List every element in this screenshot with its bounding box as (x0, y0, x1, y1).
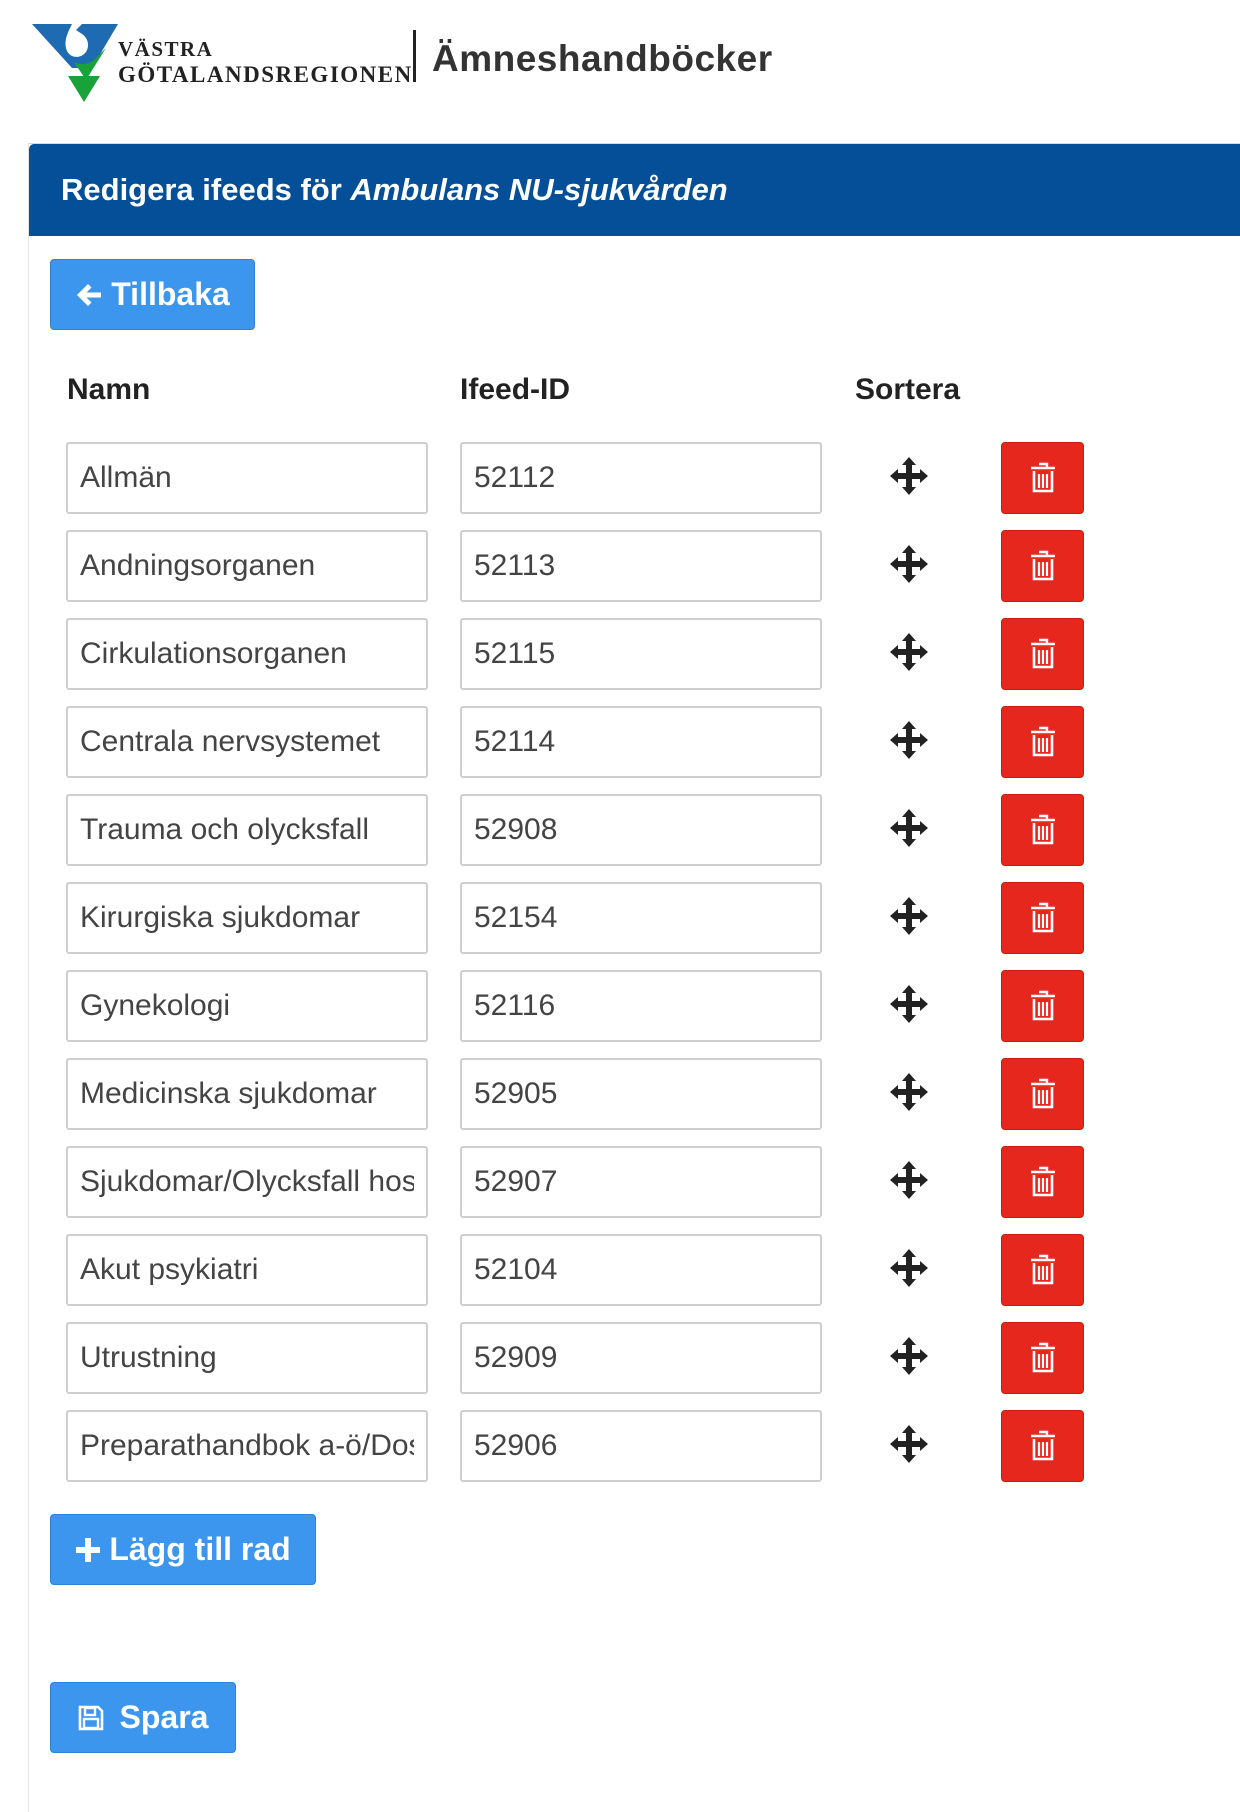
ifeed-id-input[interactable] (460, 706, 822, 778)
ifeed-name-input[interactable] (66, 970, 428, 1042)
ifeed-row (29, 1410, 1240, 1498)
ifeed-rows (29, 442, 1240, 1498)
trash-icon (1030, 726, 1055, 757)
ifeed-id-input[interactable] (460, 1322, 822, 1394)
trash-icon (1030, 1430, 1055, 1461)
trash-icon (1030, 462, 1055, 493)
delete-row-button[interactable] (1001, 1410, 1084, 1482)
ifeed-id-input[interactable] (460, 970, 822, 1042)
column-header-ifeed-id: Ifeed-ID (460, 373, 571, 406)
floppy-disk-icon (78, 1705, 104, 1731)
trash-icon (1030, 1254, 1055, 1285)
back-button-label: Tillbaka (111, 276, 230, 312)
ifeed-row (29, 882, 1240, 970)
delete-row-button[interactable] (1001, 1322, 1084, 1394)
trash-icon (1030, 550, 1055, 581)
site-header: VÄSTRA GÖTALANDSREGIONEN Ämneshandböcker (0, 0, 1240, 120)
ifeed-id-input[interactable] (460, 794, 822, 866)
ifeed-row (29, 970, 1240, 1058)
ifeed-name-input[interactable] (66, 794, 428, 866)
ifeed-row (29, 442, 1240, 530)
delete-row-button[interactable] (1001, 442, 1084, 514)
ifeed-name-input[interactable] (66, 1322, 428, 1394)
ifeed-id-input[interactable] (460, 530, 822, 602)
delete-row-button[interactable] (1001, 970, 1084, 1042)
delete-row-button[interactable] (1001, 706, 1084, 778)
org-name-line2: GÖTALANDSREGIONEN (118, 62, 413, 87)
vgr-logo-icon (32, 24, 118, 102)
arrow-left-icon (75, 282, 103, 308)
ifeed-name-input[interactable] (66, 882, 428, 954)
save-button[interactable]: Spara (50, 1682, 236, 1753)
delete-row-button[interactable] (1001, 882, 1084, 954)
move-handle-icon[interactable] (889, 808, 929, 848)
ifeed-row (29, 1146, 1240, 1234)
delete-row-button[interactable] (1001, 618, 1084, 690)
plus-icon (75, 1537, 101, 1563)
delete-row-button[interactable] (1001, 1146, 1084, 1218)
trash-icon (1030, 814, 1055, 845)
ifeed-name-input[interactable] (66, 442, 428, 514)
ifeed-row (29, 530, 1240, 618)
move-handle-icon[interactable] (889, 1336, 929, 1376)
ifeed-id-input[interactable] (460, 882, 822, 954)
move-handle-icon[interactable] (889, 984, 929, 1024)
ifeed-row (29, 794, 1240, 882)
ifeed-row (29, 1322, 1240, 1410)
move-handle-icon[interactable] (889, 1248, 929, 1288)
app-title: Ämneshandböcker (432, 38, 773, 79)
ifeed-id-input[interactable] (460, 442, 822, 514)
column-header-name: Namn (67, 373, 151, 406)
move-handle-icon[interactable] (889, 456, 929, 496)
ifeed-id-input[interactable] (460, 1410, 822, 1482)
delete-row-button[interactable] (1001, 1058, 1084, 1130)
add-row-button[interactable]: Lägg till rad (50, 1514, 316, 1585)
ifeed-name-input[interactable] (66, 1234, 428, 1306)
ifeed-name-input[interactable] (66, 618, 428, 690)
trash-icon (1030, 1078, 1055, 1109)
header-divider (413, 30, 416, 82)
ifeed-id-input[interactable] (460, 1146, 822, 1218)
ifeed-row (29, 706, 1240, 794)
ifeed-name-input[interactable] (66, 530, 428, 602)
ifeed-id-input[interactable] (460, 618, 822, 690)
panel-heading-prefix: Redigera ifeeds för (61, 172, 351, 207)
trash-icon (1030, 1166, 1055, 1197)
panel-heading-subject: Ambulans NU-sjukvården (350, 172, 728, 207)
ifeed-name-input[interactable] (66, 1146, 428, 1218)
back-button[interactable]: Tillbaka (50, 259, 255, 330)
trash-icon (1030, 1342, 1055, 1373)
add-row-button-label: Lägg till rad (109, 1531, 291, 1567)
delete-row-button[interactable] (1001, 1234, 1084, 1306)
move-handle-icon[interactable] (889, 632, 929, 672)
delete-row-button[interactable] (1001, 530, 1084, 602)
trash-icon (1030, 902, 1055, 933)
ifeed-row (29, 1234, 1240, 1322)
ifeed-row (29, 1058, 1240, 1146)
move-handle-icon[interactable] (889, 544, 929, 584)
move-handle-icon[interactable] (889, 1072, 929, 1112)
panel-heading: Redigera ifeeds för Ambulans NU-sjukvård… (29, 144, 1240, 236)
save-button-label: Spara (119, 1699, 209, 1735)
column-header-sort: Sortera (855, 373, 961, 406)
move-handle-icon[interactable] (889, 1160, 929, 1200)
trash-icon (1030, 990, 1055, 1021)
edit-ifeeds-panel: Redigera ifeeds för Ambulans NU-sjukvård… (28, 143, 1240, 1812)
ifeed-name-input[interactable] (66, 1058, 428, 1130)
ifeed-name-input[interactable] (66, 706, 428, 778)
org-name: VÄSTRA GÖTALANDSREGIONEN (118, 36, 413, 88)
move-handle-icon[interactable] (889, 1424, 929, 1464)
move-handle-icon[interactable] (889, 896, 929, 936)
ifeed-id-input[interactable] (460, 1058, 822, 1130)
ifeed-name-input[interactable] (66, 1410, 428, 1482)
org-name-line1: VÄSTRA (118, 37, 214, 61)
ifeed-row (29, 618, 1240, 706)
move-handle-icon[interactable] (889, 720, 929, 760)
delete-row-button[interactable] (1001, 794, 1084, 866)
ifeed-id-input[interactable] (460, 1234, 822, 1306)
trash-icon (1030, 638, 1055, 669)
